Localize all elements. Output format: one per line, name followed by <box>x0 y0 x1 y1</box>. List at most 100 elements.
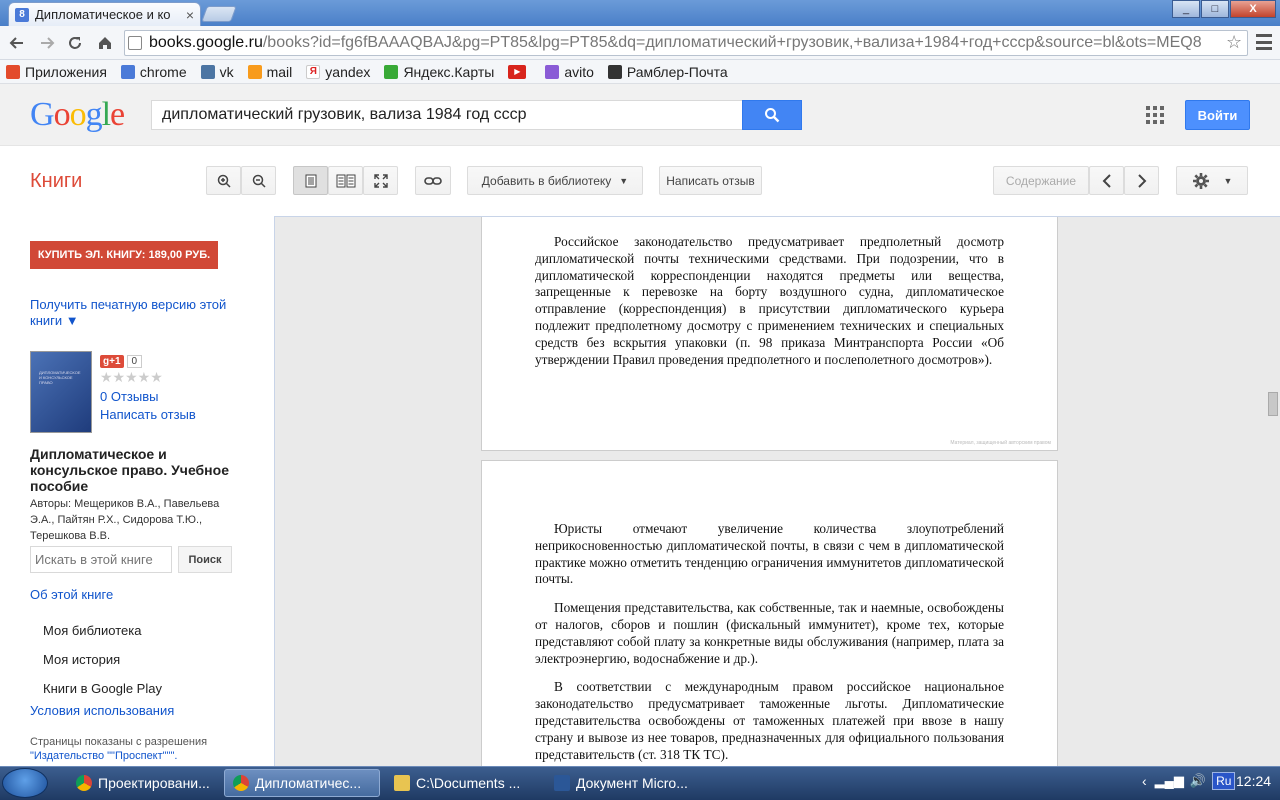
language-indicator[interactable]: Ru <box>1212 772 1236 790</box>
taskbar-item-1[interactable]: Дипломатичес... <box>224 769 380 797</box>
search-in-book-input[interactable] <box>30 546 172 573</box>
link-button[interactable] <box>415 166 451 195</box>
new-tab-button[interactable] <box>201 6 237 22</box>
write-review-link[interactable]: Написать отзыв <box>100 407 196 422</box>
gplus-button[interactable]: g+1 <box>100 354 124 368</box>
bookmark-label: avito <box>564 63 594 80</box>
home-icon[interactable] <box>94 33 116 53</box>
zoom-out-button[interactable] <box>241 166 276 195</box>
close-window-button[interactable]: X <box>1230 0 1276 18</box>
book-viewer[interactable]: Российское законодательство предусматрив… <box>274 216 1280 766</box>
browser-tab-active[interactable]: 8 Дипломатическое и ко × <box>8 2 201 26</box>
page-2-paragraph-2: Помещения представительства, как собстве… <box>535 600 1004 666</box>
chrome-menu-icon[interactable] <box>1256 34 1272 50</box>
taskbar-item-0[interactable]: Проектировани... <box>68 769 220 797</box>
prev-page-button[interactable] <box>1089 166 1124 195</box>
minimize-button[interactable]: _ <box>1172 0 1200 18</box>
add-to-library-button[interactable]: Добавить в библиотеку ▼ <box>467 166 643 195</box>
start-button[interactable] <box>2 768 48 798</box>
network-signal-icon[interactable]: ▂▄▆ <box>1155 773 1184 789</box>
bookmark-item[interactable]: vk <box>200 64 234 80</box>
buy-ebook-button[interactable]: КУПИТЬ ЭЛ. КНИГУ: 189,00 РУБ. <box>30 241 218 269</box>
two-page-icon <box>336 174 355 187</box>
bookmark-star-icon[interactable]: ☆ <box>1226 32 1242 53</box>
bookmark-item[interactable]: ▶ <box>508 64 531 79</box>
search-input[interactable] <box>151 100 743 130</box>
book-page-1: Российское законодательство предусматрив… <box>481 217 1058 451</box>
next-page-button[interactable] <box>1124 166 1159 195</box>
book-authors: Авторы: Мещериков В.А., Павельева Э.А., … <box>30 498 220 542</box>
google-logo[interactable]: Google <box>30 96 125 134</box>
show-hidden-icons-chevron-icon[interactable]: ‹ <box>1142 773 1147 789</box>
contents-button[interactable]: Содержание <box>993 166 1089 195</box>
bookmark-label: mail <box>266 63 293 80</box>
terms-link[interactable]: Условия использования <box>30 703 174 718</box>
reviews-link[interactable]: 0 Отзывы <box>100 389 158 404</box>
taskbar-item-2[interactable]: C:\Documents ... <box>386 769 538 797</box>
my-library-link[interactable]: Моя библиотека <box>43 623 141 638</box>
permission-prefix: Страницы показаны с разрешения <box>30 736 208 748</box>
bookmark-item[interactable]: Рамблер-Почта <box>607 64 728 80</box>
bookmark-label: yandex <box>325 63 371 80</box>
page-icon[interactable] <box>128 36 142 50</box>
yandex-maps-icon <box>384 64 399 79</box>
single-page-view-button[interactable] <box>293 166 328 195</box>
youtube-icon: ▶ <box>508 64 527 79</box>
books-section-title[interactable]: Книги <box>30 170 82 193</box>
page-2-paragraph-3: В соответствии с международным правом ро… <box>535 679 1004 762</box>
gplus-widget[interactable]: g+1 0 <box>100 353 143 369</box>
write-review-button[interactable]: Написать отзыв <box>659 166 762 195</box>
bookmark-label: chrome <box>139 63 187 80</box>
bookmark-item[interactable]: Яyandex <box>306 64 370 80</box>
maximize-button[interactable]: □ <box>1201 0 1229 18</box>
taskbar-clock[interactable]: 12:24 <box>1236 773 1271 789</box>
page-2-text: Юристы отмечают увеличение количества зл… <box>535 521 1004 766</box>
url-path: /books?id=fg6fBAAAQBAJ&pg=PT85&lpg=PT85&… <box>262 34 1202 51</box>
url-host: books.google.ru <box>149 34 263 51</box>
fullscreen-icon <box>373 173 388 188</box>
chevron-down-icon: ▼ <box>1223 175 1233 186</box>
tab-close-icon[interactable]: × <box>186 7 194 23</box>
taskbar-item-3[interactable]: Документ Micro... <box>546 769 698 797</box>
chrome-icon <box>233 775 249 791</box>
search-button[interactable] <box>742 100 802 130</box>
link-icon <box>424 176 442 185</box>
signin-button[interactable]: Войти <box>1185 100 1250 130</box>
two-page-view-button[interactable] <box>328 166 363 195</box>
bookmark-item[interactable]: Приложения <box>6 64 107 80</box>
bookmark-item[interactable]: avito <box>545 64 594 80</box>
bookmark-item[interactable]: mail <box>247 63 293 80</box>
settings-button[interactable]: ▼ <box>1176 166 1248 195</box>
google-play-books-link[interactable]: Книги в Google Play <box>43 681 162 696</box>
bookmark-item[interactable]: chrome <box>120 63 187 80</box>
about-book-link[interactable]: Об этой книге <box>30 587 113 602</box>
zoom-out-icon <box>252 174 266 188</box>
reload-icon[interactable] <box>64 33 86 53</box>
viewer-scrollbar-thumb[interactable] <box>1268 392 1278 416</box>
book-cover-image[interactable]: ДИПЛОМАТИЧЕСКОЕ И КОНСУЛЬСКОЕ ПРАВО <box>30 351 92 433</box>
window-controls: _ □ X <box>1171 0 1276 18</box>
back-arrow-icon[interactable] <box>6 33 28 53</box>
book-page-2: Юристы отмечают увеличение количества зл… <box>481 460 1058 766</box>
print-version-link[interactable]: Получить печатную версию этой книги ▼ <box>30 297 245 329</box>
gplus-count: 0 <box>126 354 143 368</box>
yandex-icon: Я <box>306 64 321 79</box>
my-history-link[interactable]: Моя история <box>43 652 120 667</box>
page-1-text: Российское законодательство предусматрив… <box>535 234 1004 380</box>
chevron-down-icon: ▼ <box>619 175 629 186</box>
publisher-link[interactable]: "Издательство ""Проспект""". <box>30 749 245 763</box>
search-in-book-button[interactable]: Поиск <box>178 546 232 573</box>
copyright-watermark: Материал, защищенный авторским правом <box>950 440 1051 446</box>
forward-arrow-icon[interactable] <box>36 33 58 53</box>
system-tray: ‹ ▂▄▆ 🔊 Ru <box>1142 772 1236 790</box>
zoom-in-button[interactable] <box>206 166 241 195</box>
avito-icon <box>545 64 560 79</box>
google-g-icon <box>120 64 135 79</box>
address-bar[interactable]: books.google.ru/books?id=fg6fBAAAQBAJ&pg… <box>124 30 1248 56</box>
apps-grid-icon[interactable] <box>1146 106 1164 124</box>
taskbar-item-label: Документ Micro... <box>576 775 688 791</box>
bookmark-item[interactable]: Яндекс.Карты <box>384 64 494 80</box>
fullscreen-button[interactable] <box>363 166 398 195</box>
chrome-icon <box>76 775 92 791</box>
volume-icon[interactable]: 🔊 <box>1190 773 1206 789</box>
